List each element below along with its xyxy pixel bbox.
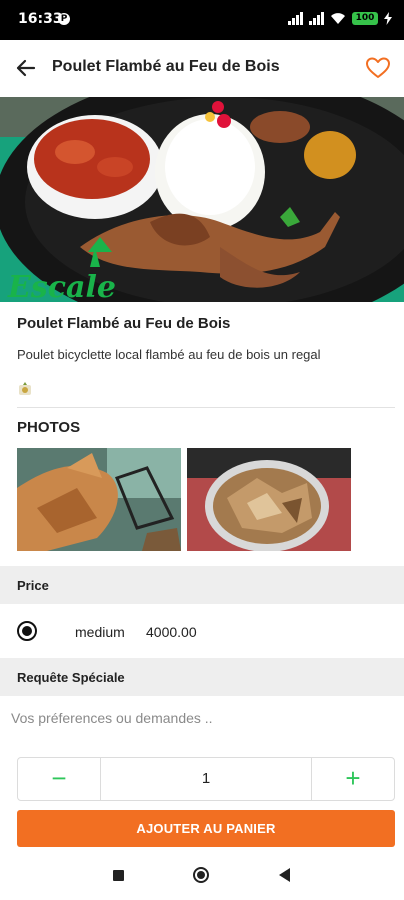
photo-thumbnail[interactable] <box>187 448 351 551</box>
hero-image: Escale <box>0 97 404 302</box>
price-option-name: medium <box>75 624 125 640</box>
notification-icon: P <box>58 13 70 25</box>
veg-icon <box>19 382 31 395</box>
quantity-value: 1 <box>201 770 211 787</box>
divider <box>17 407 395 408</box>
quantity-stepper: − 1 + <box>17 757 395 801</box>
price-option[interactable]: medium 4000.00 <box>0 605 404 657</box>
minus-button[interactable]: − <box>18 758 101 800</box>
status-time: 16:33 <box>18 11 63 27</box>
add-to-cart-button[interactable]: AJOUTER AU PANIER <box>17 810 395 847</box>
battery-icon: 100 <box>352 11 378 25</box>
status-icons: 100 <box>288 11 392 25</box>
photo-image <box>17 448 181 551</box>
item-title: Poulet Flambé au Feu de Bois <box>17 315 231 332</box>
plus-button[interactable]: + <box>311 758 394 800</box>
special-request-input[interactable] <box>11 705 391 731</box>
price-section-header: Price <box>0 566 404 604</box>
nav-home-icon[interactable] <box>193 867 209 883</box>
signal-icon-2 <box>309 11 324 25</box>
page-title: Poulet Flambé au Feu de Bois <box>52 58 280 75</box>
system-nav-bar <box>0 851 404 900</box>
item-description: Poulet bicyclette local flambé au feu de… <box>17 347 321 362</box>
price-heading: Price <box>17 578 49 593</box>
wifi-icon <box>331 12 345 24</box>
charging-icon <box>384 11 392 25</box>
special-request-header: Requête Spéciale <box>0 658 404 696</box>
heart-icon[interactable] <box>364 54 392 82</box>
radio-selected-icon[interactable] <box>17 621 37 641</box>
nav-recents-icon[interactable] <box>113 870 124 881</box>
hero-logo-text: Escale <box>7 270 116 302</box>
signal-icon <box>288 11 303 25</box>
nav-back-icon[interactable] <box>279 868 290 882</box>
status-bar: 16:33 P 100 <box>0 0 404 40</box>
price-option-value: 4000.00 <box>146 624 197 640</box>
photo-thumbnail[interactable] <box>17 448 181 551</box>
back-arrow-icon[interactable] <box>12 54 40 82</box>
photo-image <box>187 448 351 551</box>
special-request-heading: Requête Spéciale <box>17 670 125 685</box>
dish-photo: Escale <box>0 97 404 302</box>
photos-heading: PHOTOS <box>17 419 81 436</box>
app-bar: Poulet Flambé au Feu de Bois <box>0 40 404 96</box>
